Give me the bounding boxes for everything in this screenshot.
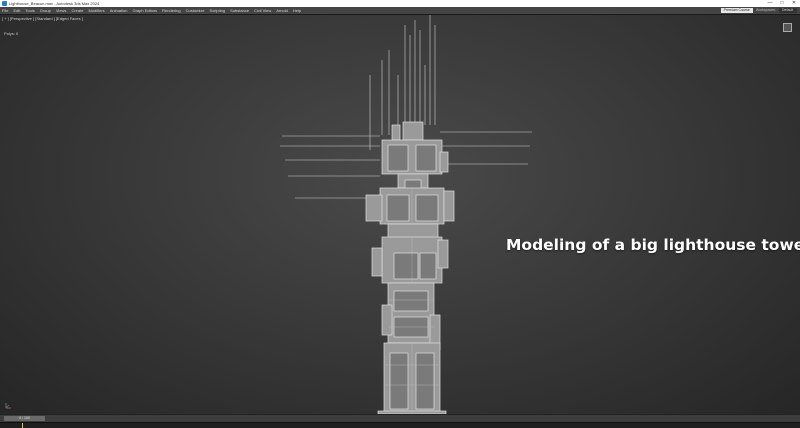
menu-civil-view[interactable]: Civil View — [254, 7, 271, 14]
menu-substance[interactable]: Substance — [230, 7, 249, 14]
workspaces-label: Workspaces: — [755, 8, 776, 12]
menu-customize[interactable]: Customize — [186, 7, 205, 14]
menu-edit[interactable]: Edit — [13, 7, 20, 14]
viewport-label[interactable]: [ + ] [Perspective ] [Standard ] [Edged … — [2, 16, 83, 21]
menu-graph-editors[interactable]: Graph Editors — [132, 7, 157, 14]
viewcube-icon[interactable] — [783, 23, 792, 32]
perspective-viewport[interactable]: [ + ] [Perspective ] [Standard ] [Edged … — [0, 14, 800, 415]
caption-text: Modeling of a big lighthouse tower — [506, 236, 800, 254]
menu-tools[interactable]: Tools — [25, 7, 34, 14]
close-icon[interactable]: ✕ — [788, 0, 800, 7]
menu-right-group: Premium Course Workspaces: Default — [720, 7, 800, 14]
minimize-icon[interactable]: — — [764, 0, 776, 7]
workspaces-select[interactable]: Default — [779, 8, 797, 13]
axis-gizmo-icon — [5, 403, 11, 409]
maximize-icon[interactable]: □ — [776, 0, 788, 7]
menu-modifiers[interactable]: Modifiers — [88, 7, 104, 14]
menu-file[interactable]: File — [2, 7, 8, 14]
menu-arnold[interactable]: Arnold — [276, 7, 288, 14]
poly-stat: Polys: 0 — [4, 31, 19, 36]
menu-rendering[interactable]: Rendering — [162, 7, 180, 14]
menu-bar: File Edit Tools Group Views Create Modif… — [0, 7, 800, 14]
menu-scripting[interactable]: Scripting — [210, 7, 226, 14]
menu-group[interactable]: Group — [40, 7, 51, 14]
window-title: Lighthouse_Beacon.max - Autodesk 3ds Max… — [9, 1, 100, 6]
menu-help[interactable]: Help — [293, 7, 301, 14]
title-bar: Lighthouse_Beacon.max - Autodesk 3ds Max… — [0, 0, 800, 7]
track-bar[interactable] — [0, 422, 800, 428]
current-frame-marker — [22, 423, 23, 428]
menu-create[interactable]: Create — [71, 7, 83, 14]
menu-views[interactable]: Views — [56, 7, 67, 14]
menu-animation[interactable]: Animation — [110, 7, 128, 14]
lighthouse-tower-model — [280, 15, 532, 415]
premium-course-button[interactable]: Premium Course — [720, 8, 753, 13]
app-icon — [2, 1, 7, 6]
time-slider[interactable]: 0 / 100 — [4, 416, 45, 421]
window-controls: — □ ✕ — [764, 0, 800, 7]
timeline[interactable]: 0 / 100 — [0, 414, 800, 422]
